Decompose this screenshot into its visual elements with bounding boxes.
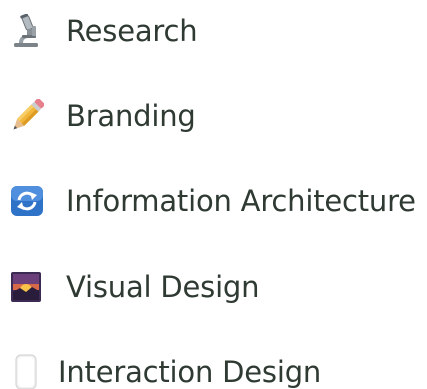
service-list: Research Branding Information Architectu… [0,0,427,389]
sunset-picture-icon [11,272,41,302]
refresh-arrows-icon [10,185,44,217]
list-item-label: Research [66,14,198,48]
phone-icon [15,354,37,389]
list-item-label: Visual Design [66,270,260,304]
microscope-icon [10,13,42,48]
list-item-label: Information Architecture [66,184,416,218]
list-item-label: Branding [66,99,196,133]
pencil-icon [10,98,45,133]
list-item-label: Interaction Design [58,355,322,389]
